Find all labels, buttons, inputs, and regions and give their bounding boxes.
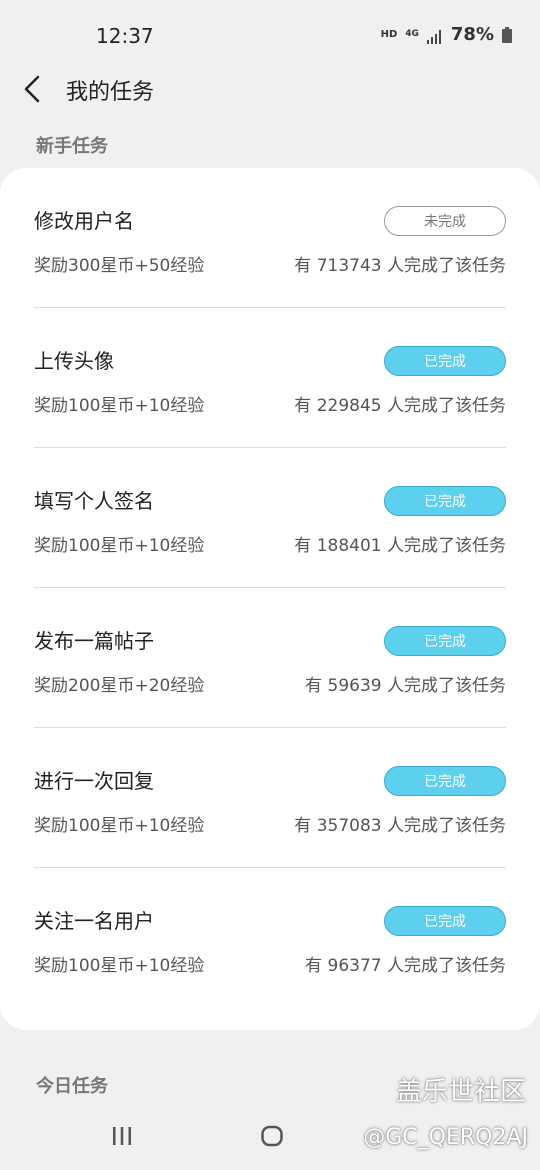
task-status-button[interactable]: 已完成 <box>384 626 506 656</box>
page-title: 我的任务 <box>66 80 155 105</box>
battery-percent: 78% <box>450 24 494 45</box>
task-name: 发布一篇帖子 <box>34 629 154 653</box>
task-reward: 奖励100星币+10经验 <box>34 396 205 416</box>
task-status-button[interactable]: 已完成 <box>384 906 506 936</box>
task-reward: 奖励200星币+20经验 <box>34 676 205 696</box>
watermark-logo: 盖乐世社区 <box>395 1077 526 1107</box>
task-status-button[interactable]: 已完成 <box>384 346 506 376</box>
signal-icon <box>426 28 443 44</box>
task-completion-count: 有 357083 人完成了该任务 <box>294 816 506 836</box>
task-item: 进行一次回复 已完成 奖励100星币+10经验 有 357083 人完成了该任务 <box>34 728 506 868</box>
task-completion-count: 有 229845 人完成了该任务 <box>294 396 506 416</box>
task-completion-count: 有 59639 人完成了该任务 <box>305 676 506 696</box>
task-reward: 奖励100星币+10经验 <box>34 816 205 836</box>
watermark-user: @GC_QERQ2AJ <box>363 1125 528 1150</box>
home-icon <box>261 1125 283 1147</box>
task-name: 上传头像 <box>34 349 114 373</box>
task-item: 修改用户名 未完成 奖励300星币+50经验 有 713743 人完成了该任务 <box>34 168 506 308</box>
status-bar: 12:37 HD 4G 78% <box>0 0 540 72</box>
task-reward: 奖励300星币+50经验 <box>34 256 205 276</box>
task-status-button[interactable]: 未完成 <box>384 206 506 236</box>
task-name: 填写个人签名 <box>34 489 154 513</box>
task-item: 填写个人签名 已完成 奖励100星币+10经验 有 188401 人完成了该任务 <box>34 448 506 588</box>
task-name: 关注一名用户 <box>34 909 154 933</box>
task-list-card: 修改用户名 未完成 奖励300星币+50经验 有 713743 人完成了该任务 … <box>0 168 540 1030</box>
task-reward: 奖励100星币+10经验 <box>34 536 205 556</box>
status-time: 12:37 <box>96 24 154 48</box>
system-nav-bar: @GC_QERQ2AJ <box>0 1108 540 1170</box>
section-title-daily: 今日任务 <box>36 1076 108 1097</box>
task-name: 修改用户名 <box>34 209 134 233</box>
recent-apps-icon <box>113 1127 131 1145</box>
task-item: 发布一篇帖子 已完成 奖励200星币+20经验 有 59639 人完成了该任务 <box>34 588 506 728</box>
hd-indicator: HD <box>380 29 398 40</box>
task-completion-count: 有 188401 人完成了该任务 <box>294 536 506 556</box>
back-button[interactable] <box>18 72 50 106</box>
task-status-button[interactable]: 已完成 <box>384 486 506 516</box>
network-indicator: 4G <box>405 29 419 39</box>
battery-icon <box>502 26 512 43</box>
task-name: 进行一次回复 <box>34 769 154 793</box>
task-reward: 奖励100星币+10经验 <box>34 956 205 976</box>
task-completion-count: 有 713743 人完成了该任务 <box>294 256 506 276</box>
chevron-left-icon <box>24 75 40 103</box>
task-status-button[interactable]: 已完成 <box>384 766 506 796</box>
home-button[interactable] <box>260 1124 284 1148</box>
status-indicators: HD 4G 78% <box>381 24 512 45</box>
recent-apps-button[interactable] <box>110 1124 134 1148</box>
task-completion-count: 有 96377 人完成了该任务 <box>305 956 506 976</box>
task-item: 关注一名用户 已完成 奖励100星币+10经验 有 96377 人完成了该任务 <box>34 868 506 1008</box>
section-title-newbie: 新手任务 <box>36 136 108 157</box>
app-header: 我的任务 <box>0 64 540 114</box>
task-item: 上传头像 已完成 奖励100星币+10经验 有 229845 人完成了该任务 <box>34 308 506 448</box>
